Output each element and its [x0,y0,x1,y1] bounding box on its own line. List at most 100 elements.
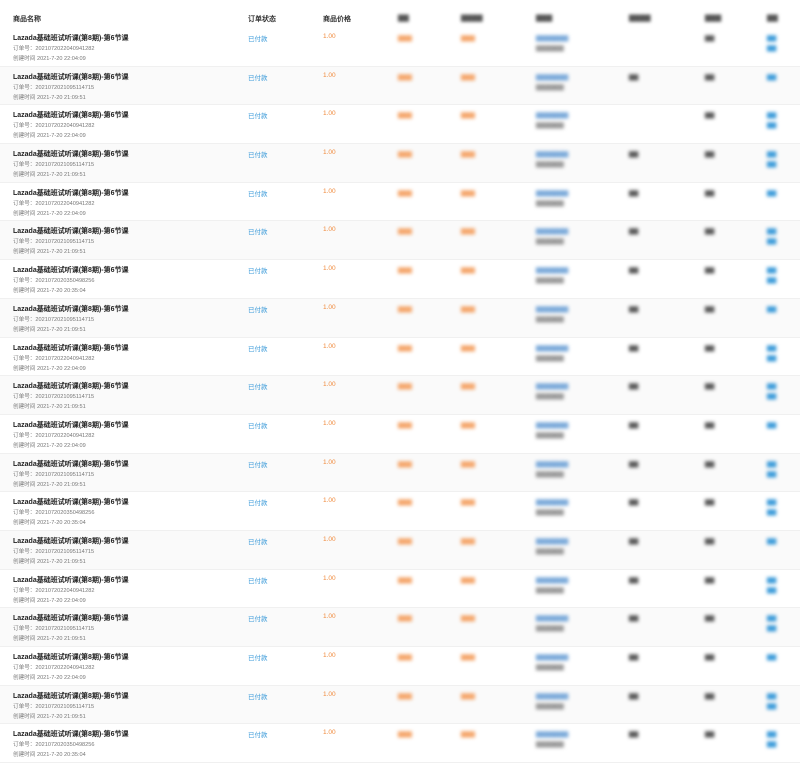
blurred-link[interactable]: ▇▇▇▇▇▇▇ [536,693,568,700]
blurred-link[interactable]: ▇▇▇▇▇▇▇ [536,151,568,158]
blurred-action-link[interactable]: ▇▇ [767,345,776,352]
blurred-action-link[interactable]: ▇▇ [767,693,776,700]
blurred-link[interactable]: ▇▇▇▇▇▇▇ [536,306,568,313]
order-number-label: 订单号： [13,278,36,285]
order-status-link[interactable]: 已付款 [248,575,268,585]
table-row[interactable]: Lazada基础班试听课(第8期)-第6节课 订单号：20210720210951… [0,685,800,725]
order-status-link[interactable]: 已付款 [248,226,268,236]
table-row[interactable]: Lazada基础班试听课(第8期)-第6节课 订单号：20210720210951… [0,530,800,570]
blurred-action-link[interactable]: ▇▇ [767,74,776,81]
blurred-action-link[interactable]: ▇▇ [767,741,776,748]
order-status-link[interactable]: 已付款 [248,265,268,275]
blurred-link[interactable]: ▇▇▇▇▇▇▇ [536,731,568,738]
blurred-action-link[interactable]: ▇▇ [767,238,776,245]
blurred-link[interactable]: ▇▇▇▇▇▇▇ [536,654,568,661]
product-title: Lazada基础班试听课(第8期)-第6节课 [13,576,129,584]
blurred-action-link[interactable]: ▇▇ [767,654,776,661]
blurred-link[interactable]: ▇▇▇▇▇▇▇ [536,538,568,545]
order-status-link[interactable]: 已付款 [248,110,268,120]
blurred-amount: ▇▇▇ [461,190,475,197]
order-status-link[interactable]: 已付款 [248,72,268,82]
order-status-link[interactable]: 已付款 [248,536,268,546]
order-status-link[interactable]: 已付款 [248,459,268,469]
created-time-value: 2021-7-20 22:04:09 [36,133,86,140]
order-status-link[interactable]: 已付款 [248,691,268,701]
order-number: 订单号：202107202109511471​5 [13,702,94,710]
blurred-action-link[interactable]: ▇▇ [767,615,776,622]
blurred-action-link[interactable]: ▇▇ [767,587,776,594]
blurred-action-link[interactable]: ▇▇ [767,35,776,42]
blurred-link[interactable]: ▇▇▇▇▇▇▇ [536,422,568,429]
table-row[interactable]: Lazada基础班试听课(第8期)-第6节课 订单号：20210720210951… [0,608,800,647]
blurred-action-link[interactable]: ▇▇ [767,538,776,545]
blurred-link[interactable]: ▇▇▇▇▇▇▇ [536,615,568,622]
blurred-link[interactable]: ▇▇▇▇▇▇▇ [536,228,568,235]
blurred-link[interactable]: ▇▇▇▇▇▇▇ [536,267,568,274]
table-row[interactable]: Lazada基础班试听课(第8期)-第6节课 订单号：20210720210951… [0,376,800,415]
order-status-link[interactable]: 已付款 [248,652,268,662]
table-row[interactable]: Lazada基础班试听课(第8期)-第6节课 订单号：20210720220409… [0,415,800,454]
blurred-action-link[interactable]: ▇▇ [767,277,776,284]
blurred-action-link[interactable]: ▇▇ [767,306,776,313]
order-status-link[interactable]: 已付款 [248,497,268,507]
created-time: 创建时间 2021-7-20 21:09:51 [13,634,86,642]
table-row[interactable]: Lazada基础班试听课(第8期)-第6节课 订单号：20210720220409… [0,28,800,67]
blurred-action-link[interactable]: ▇▇ [767,383,776,390]
blurred-action-link[interactable]: ▇▇ [767,703,776,710]
blurred-action-link[interactable]: ▇▇ [767,267,776,274]
blurred-link[interactable]: ▇▇▇▇▇▇▇ [536,499,568,506]
blurred-action-link[interactable]: ▇▇ [767,122,776,129]
order-status-link[interactable]: 已付款 [248,613,268,623]
blurred-action-link[interactable]: ▇▇ [767,461,776,468]
table-row[interactable]: Lazada基础班试听课(第8期)-第6节课 订单号：20210720210951… [0,66,800,106]
table-row[interactable]: Lazada基础班试听课(第8期)-第6节课 订单号：20210720210951… [0,144,800,183]
blurred-link[interactable]: ▇▇▇▇▇▇▇ [536,190,568,197]
blurred-text: ▇▇ [629,384,639,391]
blurred-link[interactable]: ▇▇▇▇▇▇▇ [536,461,568,468]
product-title: Lazada基础班试听课(第8期)-第6节课 [13,35,129,42]
blurred-action-link[interactable]: ▇▇ [767,731,776,738]
blurred-action-link[interactable]: ▇▇ [767,112,776,119]
blurred-link[interactable]: ▇▇▇▇▇▇▇ [536,577,568,584]
order-status-link[interactable]: 已付款 [248,188,268,198]
blurred-link[interactable]: ▇▇▇▇▇▇▇ [536,74,568,81]
table-row[interactable]: Lazada基础班试听课(第8期)-第6节课 订单号：20210720210951… [0,453,800,493]
blurred-link[interactable]: ▇▇▇▇▇▇▇ [536,383,568,390]
blurred-action-link[interactable]: ▇▇ [767,471,776,478]
table-row[interactable]: Lazada基础班试听课(第8期)-第6节课 订单号：20210720203504… [0,260,800,299]
blurred-action-link[interactable]: ▇▇ [767,190,776,197]
blurred-action-link[interactable]: ▇▇ [767,355,776,362]
blurred-action-link[interactable]: ▇▇ [767,625,776,632]
column-header-blurred: ▇▇▇▇ [629,15,651,22]
blurred-action-link[interactable]: ▇▇ [767,393,776,400]
blurred-action-link[interactable]: ▇▇ [767,151,776,158]
table-row[interactable]: Lazada基础班试听课(第8期)-第6节课 订单号：20210720220409… [0,338,800,377]
order-status-link[interactable]: 已付款 [248,149,268,159]
table-row[interactable]: Lazada基础班试听课(第8期)-第6节课 订单号：20210720220409… [0,183,800,222]
table-row[interactable]: Lazada基础班试听课(第8期)-第6节课 订单号：20210720210951… [0,221,800,261]
table-row[interactable]: Lazada基础班试听课(第8期)-第6节课 订单号：20210720220409… [0,570,800,609]
blurred-action-link[interactable]: ▇▇ [767,45,776,52]
table-row[interactable]: Lazada基础班试听课(第8期)-第6节课 订单号：20210720203504… [0,724,800,764]
table-row[interactable]: Lazada基础班试听课(第8期)-第6节课 订单号：20210720220409… [0,647,800,686]
blurred-link[interactable]: ▇▇▇▇▇▇▇ [536,345,568,352]
order-status-link[interactable]: 已付款 [248,729,268,739]
blurred-link[interactable]: ▇▇▇▇▇▇▇ [536,112,568,119]
blurred-action-link[interactable]: ▇▇ [767,161,776,168]
order-status-link[interactable]: 已付款 [248,33,268,43]
table-row[interactable]: Lazada基础班试听课(第8期)-第6节课 订单号：20210720203504… [0,492,800,531]
blurred-action-link[interactable]: ▇▇ [767,422,776,429]
order-status-link[interactable]: 已付款 [248,304,268,314]
order-status-link[interactable]: 已付款 [248,343,268,353]
order-status-link[interactable]: 已付款 [248,381,268,391]
created-time: 创建时间 2021-7-20 22:04:09 [13,131,86,139]
blurred-action-link[interactable]: ▇▇ [767,509,776,516]
blurred-action-link[interactable]: ▇▇ [767,499,776,506]
created-time-value: 2021-7-20 22:04:09 [36,365,86,372]
table-row[interactable]: Lazada基础班试听课(第8期)-第6节课 订单号：20210720210951… [0,298,800,338]
blurred-link[interactable]: ▇▇▇▇▇▇▇ [536,35,568,42]
order-status-link[interactable]: 已付款 [248,420,268,430]
blurred-action-link[interactable]: ▇▇ [767,577,776,584]
blurred-action-link[interactable]: ▇▇ [767,228,776,235]
table-row[interactable]: Lazada基础班试听课(第8期)-第6节课 订单号：20210720220409… [0,105,800,145]
